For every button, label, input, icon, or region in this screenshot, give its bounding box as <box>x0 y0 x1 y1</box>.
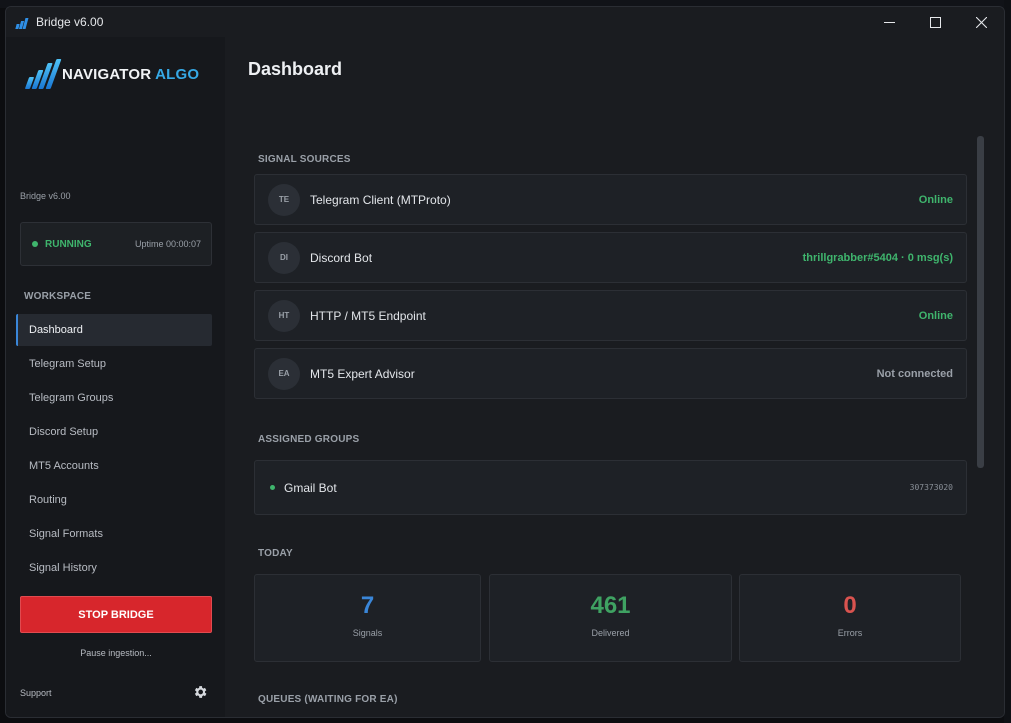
source-row-http[interactable]: HT HTTP / MT5 Endpoint Online <box>254 290 967 341</box>
group-row-gmail-bot[interactable]: Gmail Bot 307373020 <box>254 460 967 515</box>
scrollbar-thumb[interactable] <box>977 136 984 468</box>
group-id: 307373020 <box>909 483 953 492</box>
version-label: Bridge v6.00 <box>20 191 71 201</box>
queues-label: QUEUES (WAITING FOR EA) <box>258 694 398 705</box>
brand-name-accent: ALGO <box>155 65 200 83</box>
app-icon <box>15 15 30 29</box>
stat-label: Delivered <box>591 628 630 638</box>
group-status-dot-icon <box>270 485 275 490</box>
source-avatar: EA <box>268 357 300 390</box>
stat-value: 461 <box>590 592 631 619</box>
stat-card-delivered: 461 Delivered <box>489 574 732 662</box>
stat-value: 0 <box>843 592 857 619</box>
sidebar-item-signal-formats[interactable]: Signal Formats <box>16 518 212 550</box>
sidebar: NAVIGATOR ALGO Bridge v6.00 RUNNING Upti… <box>6 37 225 717</box>
brand-name-main: NAVIGATOR <box>62 65 152 83</box>
bridge-status-panel: RUNNING Uptime 00:00:07 <box>20 222 212 266</box>
today-label: TODAY <box>258 548 293 559</box>
maximize-icon <box>929 16 941 28</box>
workspace-section-label: WORKSPACE <box>24 291 92 302</box>
stat-label: Errors <box>837 628 863 638</box>
page-title: Dashboard <box>248 59 343 79</box>
source-row-mt5-ea[interactable]: EA MT5 Expert Advisor Not connected <box>254 348 967 399</box>
sidebar-item-routing[interactable]: Routing <box>16 484 212 516</box>
sidebar-item-telegram-groups[interactable]: Telegram Groups <box>16 382 212 414</box>
brand-name: NAVIGATOR ALGO <box>62 66 199 83</box>
stat-card-errors: 0 Errors <box>739 574 961 662</box>
sidebar-nav: Dashboard Telegram Setup Telegram Groups… <box>16 314 212 586</box>
source-status: Online <box>918 193 953 206</box>
app-window: Bridge v6.00 NAVIGATOR ALGO Bridge v6.00… <box>5 6 1005 718</box>
sidebar-item-telegram-setup[interactable]: Telegram Setup <box>16 348 212 380</box>
source-name: Telegram Client (MTProto) <box>310 192 451 207</box>
logo-bars-icon <box>24 59 62 89</box>
source-status: Not connected <box>876 367 953 380</box>
source-name: MT5 Expert Advisor <box>310 366 415 381</box>
source-avatar: HT <box>268 299 300 332</box>
title-bar[interactable]: Bridge v6.00 <box>6 7 1004 37</box>
sidebar-item-discord-setup[interactable]: Discord Setup <box>16 416 212 448</box>
pause-ingestion-link[interactable]: Pause ingestion... <box>20 648 212 658</box>
group-name: Gmail Bot <box>284 480 337 495</box>
status-label: RUNNING <box>45 238 92 250</box>
window-title: Bridge v6.00 <box>36 15 104 29</box>
source-name: HTTP / MT5 Endpoint <box>310 308 426 323</box>
source-avatar: TE <box>268 183 300 216</box>
source-avatar: DI <box>268 241 300 274</box>
stat-card-signals: 7 Signals <box>254 574 481 662</box>
desktop-background-right <box>1004 0 1011 723</box>
sidebar-item-dashboard[interactable]: Dashboard <box>16 314 212 346</box>
source-row-discord[interactable]: DI Discord Bot thrillgrabber#5404 · 0 ms… <box>254 232 967 283</box>
gear-icon[interactable] <box>192 684 208 700</box>
support-link[interactable]: Support <box>20 688 52 698</box>
source-status: Online <box>918 309 953 322</box>
source-name: Discord Bot <box>310 250 373 265</box>
brand-logo: NAVIGATOR ALGO <box>24 59 199 89</box>
source-status: thrillgrabber#5404 · 0 msg(s) <box>802 251 953 264</box>
maximize-button[interactable] <box>912 7 958 37</box>
main-content: Dashboard SIGNAL SOURCES TE Telegram Cli… <box>225 37 1004 717</box>
minimize-button[interactable] <box>866 7 912 37</box>
uptime-label: Uptime 00:00:07 <box>134 239 201 249</box>
sidebar-item-mt5-accounts[interactable]: MT5 Accounts <box>16 450 212 482</box>
close-button[interactable] <box>958 7 1004 37</box>
close-icon <box>975 16 987 28</box>
stop-bridge-button[interactable]: STOP BRIDGE <box>20 596 212 633</box>
stat-label: Signals <box>352 628 383 638</box>
assigned-groups-label: ASSIGNED GROUPS <box>258 434 360 445</box>
stat-value: 7 <box>360 592 375 619</box>
signal-sources-label: SIGNAL SOURCES <box>258 154 351 165</box>
sidebar-item-signal-history[interactable]: Signal History <box>16 552 212 584</box>
status-indicator-icon <box>32 241 38 247</box>
source-row-telegram[interactable]: TE Telegram Client (MTProto) Online <box>254 174 967 225</box>
minimize-icon <box>883 21 895 23</box>
